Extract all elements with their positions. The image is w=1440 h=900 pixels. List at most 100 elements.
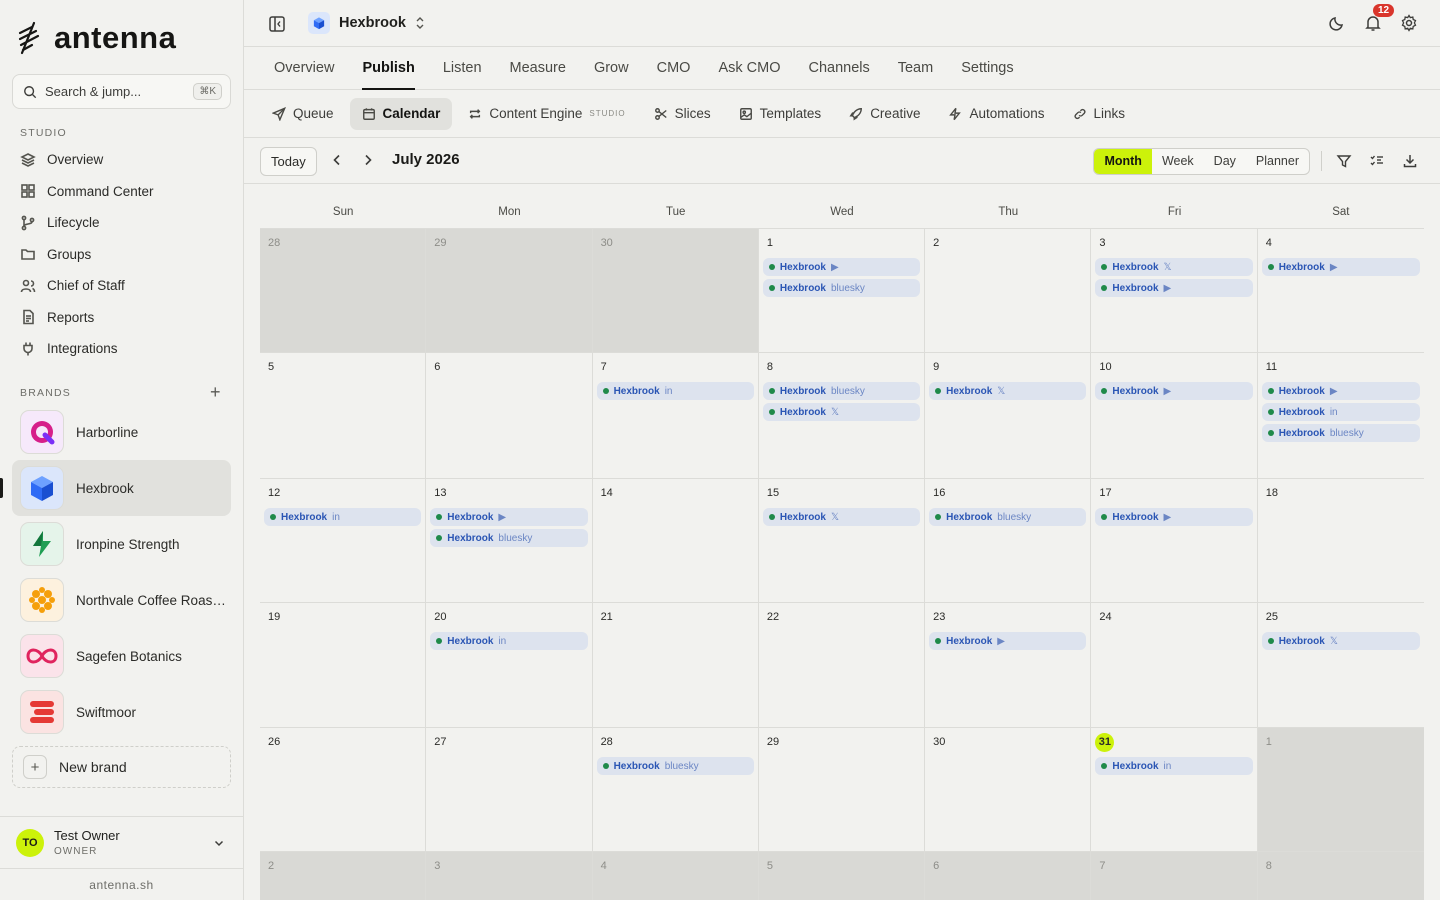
view-month-button[interactable]: Month [1094,149,1152,174]
calendar-day-outside[interactable]: 6 [925,852,1092,900]
scheduled-post-chip[interactable]: Hexbrook bluesky [762,382,921,400]
subtab-automations[interactable]: Automations [936,98,1056,130]
tab-publish[interactable]: Publish [348,48,428,90]
calendar-day-outside[interactable]: 2 [260,852,427,900]
nav-item-groups[interactable]: Groups [12,239,231,271]
scheduled-post-chip[interactable]: Hexbrook ▶ [430,508,588,526]
subtab-links[interactable]: Links [1061,98,1138,130]
workspace-switcher[interactable]: Hexbrook [308,12,425,34]
filter-icon[interactable] [1336,153,1352,169]
calendar-day[interactable]: 29 [758,728,926,852]
calendar-day[interactable]: 21 [592,603,759,728]
subtab-slices[interactable]: Slices [642,98,723,130]
new-brand-button[interactable]: + New brand [12,746,231,788]
scheduled-post-chip[interactable]: Hexbrook bluesky [1261,424,1420,442]
nav-item-reports[interactable]: Reports [12,302,231,334]
calendar-day[interactable]: 31 Hexbrook in [1091,728,1258,852]
subtab-calendar[interactable]: Calendar [349,97,453,130]
nav-item-lifecycle[interactable]: Lifecycle [12,207,231,239]
gear-icon[interactable] [1400,14,1418,32]
today-button[interactable]: Today [260,147,317,176]
scheduled-post-chip[interactable]: Hexbrook in [264,508,422,526]
subtab-queue[interactable]: Queue [260,98,346,130]
calendar-day[interactable]: 8 Hexbrook bluesky Hexbrook 𝕏 [758,353,926,479]
scheduled-post-chip[interactable]: Hexbrook 𝕏 [929,382,1087,400]
calendar-day-outside[interactable]: 28 [260,229,427,353]
scheduled-post-chip[interactable]: Hexbrook 𝕏 [1261,632,1420,650]
calendar-day[interactable]: 11 Hexbrook ▶ Hexbrook in Hexbrook bluesky [1257,353,1424,479]
calendar-day[interactable]: 25 Hexbrook 𝕏 [1257,603,1424,728]
calendar-day[interactable]: 6 [426,353,593,479]
calendar-day-outside[interactable]: 5 [758,852,926,900]
download-icon[interactable] [1402,153,1418,169]
add-brand-icon[interactable]: + [210,383,221,401]
calendar-day[interactable]: 20 Hexbrook in [426,603,593,728]
calendar-day[interactable]: 12 Hexbrook in [260,479,427,603]
scheduled-post-chip[interactable]: Hexbrook ▶ [1095,382,1253,400]
brand-item-swiftmoor[interactable]: Swiftmoor [12,684,231,740]
tab-settings[interactable]: Settings [947,48,1027,89]
scheduled-post-chip[interactable]: Hexbrook ▶ [1095,508,1253,526]
tab-measure[interactable]: Measure [496,48,580,89]
brand-item-harborline[interactable]: Harborline [12,404,231,460]
calendar-day[interactable]: 9 Hexbrook 𝕏 [925,353,1092,479]
scheduled-post-chip[interactable]: Hexbrook ▶ [762,258,921,276]
scheduled-post-chip[interactable]: Hexbrook in [1095,757,1253,775]
chevron-left-icon[interactable] [330,153,344,167]
scheduled-post-chip[interactable]: Hexbrook bluesky [430,529,588,547]
calendar-day[interactable]: 13 Hexbrook ▶ Hexbrook bluesky [426,479,593,603]
calendar-day[interactable]: 28 Hexbrook bluesky [592,728,759,852]
scheduled-post-chip[interactable]: Hexbrook in [1261,403,1420,421]
calendar-day[interactable]: 5 [260,353,427,479]
scheduled-post-chip[interactable]: Hexbrook bluesky [596,757,754,775]
calendar-day[interactable]: 19 [260,603,427,728]
brand-item-ironpine-strength[interactable]: Ironpine Strength [12,516,231,572]
tab-listen[interactable]: Listen [429,48,496,89]
brand-item-northvale[interactable]: Northvale Coffee Roasters [12,572,231,628]
scheduled-post-chip[interactable]: Hexbrook 𝕏 [762,403,921,421]
tab-cmo[interactable]: CMO [643,48,705,89]
subtab-templates[interactable]: Templates [727,98,834,130]
nav-item-overview[interactable]: Overview [12,144,231,176]
calendar-day[interactable]: 2 [925,229,1092,353]
view-planner-button[interactable]: Planner [1246,149,1309,174]
subtab-creative[interactable]: Creative [837,98,932,130]
calendar-day-outside[interactable]: 8 [1257,852,1424,900]
tab-team[interactable]: Team [884,48,947,89]
moon-icon[interactable] [1328,14,1346,32]
calendar-day[interactable]: 7 Hexbrook in [592,353,759,479]
tab-ask-cmo[interactable]: Ask CMO [704,48,794,89]
scheduled-post-chip[interactable]: Hexbrook ▶ [929,632,1087,650]
calendar-day[interactable]: 16 Hexbrook bluesky [925,479,1092,603]
search-input[interactable]: Search & jump... ⌘K [12,74,231,109]
calendar-day[interactable]: 10 Hexbrook ▶ [1091,353,1258,479]
calendar-day-outside[interactable]: 1 [1257,728,1424,852]
scheduled-post-chip[interactable]: Hexbrook bluesky [762,279,921,297]
calendar-day-outside[interactable]: 29 [426,229,593,353]
nav-item-command-center[interactable]: Command Center [12,176,231,208]
scheduled-post-chip[interactable]: Hexbrook 𝕏 [1095,258,1253,276]
calendar-day[interactable]: 23 Hexbrook ▶ [925,603,1092,728]
nav-item-integrations[interactable]: Integrations [12,333,231,365]
calendar-day[interactable]: 30 [925,728,1092,852]
tab-grow[interactable]: Grow [580,48,643,89]
scheduled-post-chip[interactable]: Hexbrook ▶ [1095,279,1253,297]
scheduled-post-chip[interactable]: Hexbrook 𝕏 [762,508,921,526]
view-week-button[interactable]: Week [1152,149,1204,174]
calendar-day[interactable]: 26 [260,728,427,852]
calendar-day-outside[interactable]: 4 [592,852,759,900]
notifications-button[interactable]: 12 [1364,4,1395,32]
scheduled-post-chip[interactable]: Hexbrook ▶ [1261,382,1420,400]
tab-channels[interactable]: Channels [794,48,883,89]
app-logo[interactable]: antenna [18,20,176,56]
calendar-day[interactable]: 18 [1257,479,1424,603]
calendar-day[interactable]: 4 Hexbrook ▶ [1257,229,1424,353]
user-menu[interactable]: TO Test Owner OWNER [0,816,243,868]
scheduled-post-chip[interactable]: Hexbrook bluesky [929,508,1087,526]
calendar-day[interactable]: 24 [1091,603,1258,728]
calendar-day[interactable]: 22 [758,603,926,728]
scheduled-post-chip[interactable]: Hexbrook ▶ [1261,258,1420,276]
chevron-right-icon[interactable] [361,153,375,167]
list-check-icon[interactable] [1369,153,1385,169]
calendar-day-outside[interactable]: 3 [426,852,593,900]
